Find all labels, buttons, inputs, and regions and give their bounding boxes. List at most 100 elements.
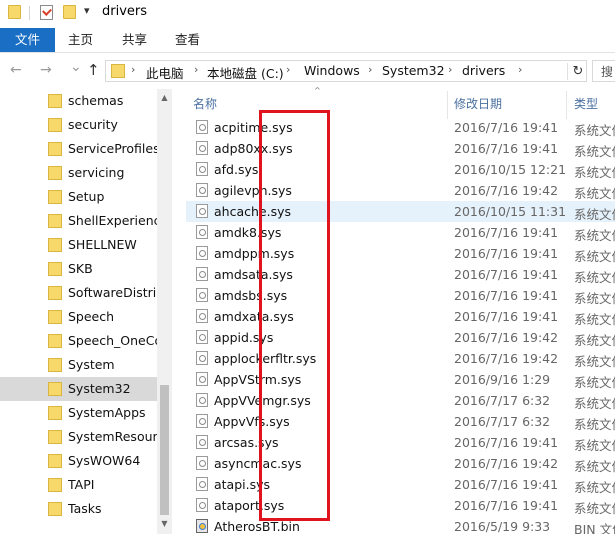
breadcrumb-separator[interactable]: › xyxy=(518,63,522,76)
tab-view[interactable]: 查看 xyxy=(175,28,200,52)
tree-item[interactable]: Setup xyxy=(0,185,158,209)
folder-icon xyxy=(48,310,62,324)
file-row[interactable]: amdxata.sys2016/7/16 19:41系统文件 xyxy=(186,306,615,327)
scroll-down-icon[interactable]: ▼ xyxy=(157,515,172,532)
tree-item[interactable]: System xyxy=(0,353,158,377)
column-header-type[interactable]: 类型 xyxy=(574,95,598,112)
file-row[interactable]: amdsbs.sys2016/7/16 19:41系统文件 xyxy=(186,285,615,306)
tree-item[interactable]: TAPI xyxy=(0,473,158,497)
scrollbar-thumb[interactable] xyxy=(160,385,169,515)
forward-icon[interactable]: → xyxy=(40,62,52,78)
system-file-icon xyxy=(196,141,208,155)
column-header-name[interactable]: 名称 xyxy=(193,95,217,112)
tree-item-label: SHELLNEW xyxy=(68,237,137,252)
tree-item[interactable]: SysWOW64 xyxy=(0,449,158,473)
tree-item[interactable]: Speech_OneCore xyxy=(0,329,158,353)
tree-item-selected[interactable]: System32 xyxy=(0,377,158,401)
breadcrumb-system32[interactable]: System32 xyxy=(382,63,445,78)
file-row[interactable]: amdsata.sys2016/7/16 19:41系统文件 xyxy=(186,264,615,285)
folder-icon xyxy=(48,502,62,516)
tree-item[interactable]: SHELLNEW xyxy=(0,233,158,257)
tree-item[interactable]: servicing xyxy=(0,161,158,185)
tree-item[interactable]: schemas xyxy=(0,89,158,113)
tab-file[interactable]: 文件 xyxy=(0,28,55,52)
breadcrumb-separator[interactable]: › xyxy=(448,63,452,76)
breadcrumb-separator[interactable]: › xyxy=(131,63,135,76)
tree-item[interactable]: Tasks xyxy=(0,497,158,521)
file-date: 2016/7/16 19:42 xyxy=(454,456,559,471)
file-date: 2016/10/15 12:21 xyxy=(454,162,567,177)
file-row[interactable]: adp80xx.sys2016/7/16 19:41系统文件 xyxy=(186,138,615,159)
breadcrumb-local-disk[interactable]: 本地磁盘 (C:) xyxy=(207,63,284,82)
file-row[interactable]: atapi.sys2016/7/16 19:41系统文件 xyxy=(186,474,615,495)
nav-scrollbar[interactable]: ▲ ▼ xyxy=(157,89,172,534)
file-date: 2016/7/16 19:41 xyxy=(454,288,559,303)
file-row[interactable]: AtherosBT.bin 2016/5/19 9:33 BIN 文件 xyxy=(186,516,615,534)
refresh-icon[interactable]: ↻ xyxy=(567,63,588,80)
up-icon[interactable]: ↑ xyxy=(87,61,100,79)
file-list: ^ 名称 修改日期 类型 acpitime.sys 2016/7/16 19:41… xyxy=(186,85,615,534)
column-header-date[interactable]: 修改日期 xyxy=(454,95,502,112)
system-file-icon xyxy=(196,162,208,176)
column-divider[interactable] xyxy=(566,91,567,119)
file-row[interactable]: amdk8.sys2016/7/16 19:41系统文件 xyxy=(186,222,615,243)
file-row[interactable]: appid.sys2016/7/16 19:42系统文件 xyxy=(186,327,615,348)
file-row-hovered[interactable]: ahcache.sys2016/10/15 11:31系统文件 xyxy=(186,201,615,222)
tree-item[interactable]: ShellExperiences xyxy=(0,209,158,233)
highlight-box xyxy=(259,110,330,521)
tree-item[interactable]: SystemResources xyxy=(0,425,158,449)
address-bar[interactable]: › 此电脑 › 本地磁盘 (C:) › Windows › System32 ›… xyxy=(105,60,587,82)
file-row[interactable]: ataport.sys2016/7/16 19:41系统文件 xyxy=(186,495,615,516)
breadcrumb-windows[interactable]: Windows xyxy=(304,63,360,78)
tree-item[interactable]: security xyxy=(0,113,158,137)
bin-file-icon xyxy=(196,519,208,533)
breadcrumb-this-pc[interactable]: 此电脑 xyxy=(146,63,184,82)
file-date: 2016/7/16 19:41 xyxy=(454,246,559,261)
file-date: 2016/7/16 19:41 xyxy=(454,141,559,156)
file-row[interactable]: acpitime.sys2016/7/16 19:41系统文件 xyxy=(186,117,615,138)
column-divider[interactable] xyxy=(447,91,448,119)
file-row[interactable]: agilevpn.sys2016/7/16 19:42系统文件 xyxy=(186,180,615,201)
new-folder-icon[interactable] xyxy=(63,5,76,19)
tree-item-label: SoftwareDistribution xyxy=(68,285,158,300)
tree-item[interactable]: Speech xyxy=(0,305,158,329)
file-row[interactable]: AppvVfs.sys2016/7/17 6:32系统文件 xyxy=(186,411,615,432)
title-bar: ▾ drivers xyxy=(0,0,615,26)
file-date: 2016/7/16 19:41 xyxy=(454,225,559,240)
back-icon[interactable]: ← xyxy=(10,62,22,78)
system-file-icon xyxy=(196,456,208,470)
file-row[interactable]: applockerfltr.sys2016/7/16 19:42系统文件 xyxy=(186,348,615,369)
properties-icon[interactable] xyxy=(40,5,53,20)
tree-item[interactable]: ServiceProfiles xyxy=(0,137,158,161)
quick-access-dropdown-icon[interactable]: ▾ xyxy=(84,4,90,17)
breadcrumb-separator[interactable]: › xyxy=(194,63,198,76)
recent-locations-icon[interactable]: ⌄ xyxy=(70,59,82,75)
system-file-icon xyxy=(196,330,208,344)
tree-item-label: Tasks xyxy=(68,501,102,516)
tree-item[interactable]: SKB xyxy=(0,257,158,281)
folder-icon xyxy=(48,454,62,468)
breadcrumb-separator[interactable]: › xyxy=(368,63,372,76)
tree-item[interactable]: SystemApps xyxy=(0,401,158,425)
tree-item-label: Speech xyxy=(68,309,115,324)
file-row[interactable]: AppVVemgr.sys2016/7/17 6:32系统文件 xyxy=(186,390,615,411)
search-input[interactable]: 搜 xyxy=(592,60,615,82)
folder-icon xyxy=(48,262,62,276)
breadcrumb-drivers[interactable]: drivers xyxy=(462,63,505,78)
scroll-up-icon[interactable]: ▲ xyxy=(157,89,172,106)
file-name: AtherosBT.bin xyxy=(214,519,300,534)
file-row[interactable]: AppVStrm.sys2016/9/16 1:29系统文件 xyxy=(186,369,615,390)
file-type: 系统文件 xyxy=(574,291,615,306)
file-type: 系统文件 xyxy=(574,333,615,348)
file-row[interactable]: afd.sys 2016/10/15 12:21 系统文件 xyxy=(186,159,615,180)
file-row[interactable]: arcsas.sys2016/7/16 19:41系统文件 xyxy=(186,432,615,453)
tab-home[interactable]: 主页 xyxy=(68,28,93,52)
folder-icon xyxy=(48,358,62,372)
breadcrumb-separator[interactable]: › xyxy=(286,63,290,76)
file-date: 2016/10/15 11:31 xyxy=(454,204,567,219)
tab-share[interactable]: 共享 xyxy=(122,28,147,52)
file-row[interactable]: asyncmac.sys2016/7/16 19:42系统文件 xyxy=(186,453,615,474)
tree-item[interactable]: SoftwareDistribution xyxy=(0,281,158,305)
folder-icon xyxy=(111,64,125,78)
file-row[interactable]: amdppm.sys2016/7/16 19:41系统文件 xyxy=(186,243,615,264)
